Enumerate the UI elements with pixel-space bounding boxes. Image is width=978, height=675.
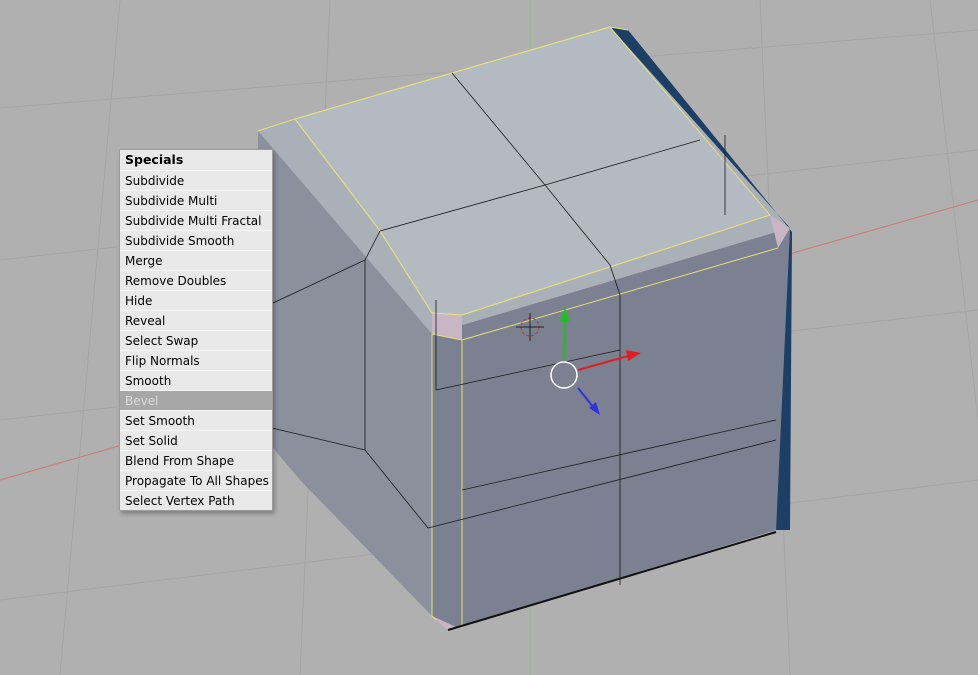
y-axis-handle xyxy=(563,317,566,361)
menu-item-bevel[interactable]: Bevel xyxy=(120,390,272,410)
menu-item-subdivide[interactable]: Subdivide xyxy=(120,170,272,190)
menu-item-set-smooth[interactable]: Set Smooth xyxy=(120,410,272,430)
specials-menu-items: Subdivide Subdivide Multi Subdivide Mult… xyxy=(120,170,272,510)
menu-item-hide[interactable]: Hide xyxy=(120,290,272,310)
menu-item-subdivide-multi[interactable]: Subdivide Multi xyxy=(120,190,272,210)
menu-item-merge[interactable]: Merge xyxy=(120,250,272,270)
specials-menu: Specials Subdivide Subdivide Multi Subdi… xyxy=(119,149,273,511)
menu-item-smooth[interactable]: Smooth xyxy=(120,370,272,390)
menu-item-flip-normals[interactable]: Flip Normals xyxy=(120,350,272,370)
menu-item-remove-doubles[interactable]: Remove Doubles xyxy=(120,270,272,290)
menu-item-subdivide-smooth[interactable]: Subdivide Smooth xyxy=(120,230,272,250)
specials-menu-title: Specials xyxy=(125,152,184,167)
menu-item-select-swap[interactable]: Select Swap xyxy=(120,330,272,350)
menu-item-reveal[interactable]: Reveal xyxy=(120,310,272,330)
menu-item-propagate-to-all-shapes[interactable]: Propagate To All Shapes xyxy=(120,470,272,490)
menu-item-select-vertex-path[interactable]: Select Vertex Path xyxy=(120,490,272,510)
menu-item-subdivide-multi-fractal[interactable]: Subdivide Multi Fractal xyxy=(120,210,272,230)
menu-item-set-solid[interactable]: Set Solid xyxy=(120,430,272,450)
menu-item-blend-from-shape[interactable]: Blend From Shape xyxy=(120,450,272,470)
3d-viewport[interactable]: Specials Subdivide Subdivide Multi Subdi… xyxy=(0,0,978,675)
